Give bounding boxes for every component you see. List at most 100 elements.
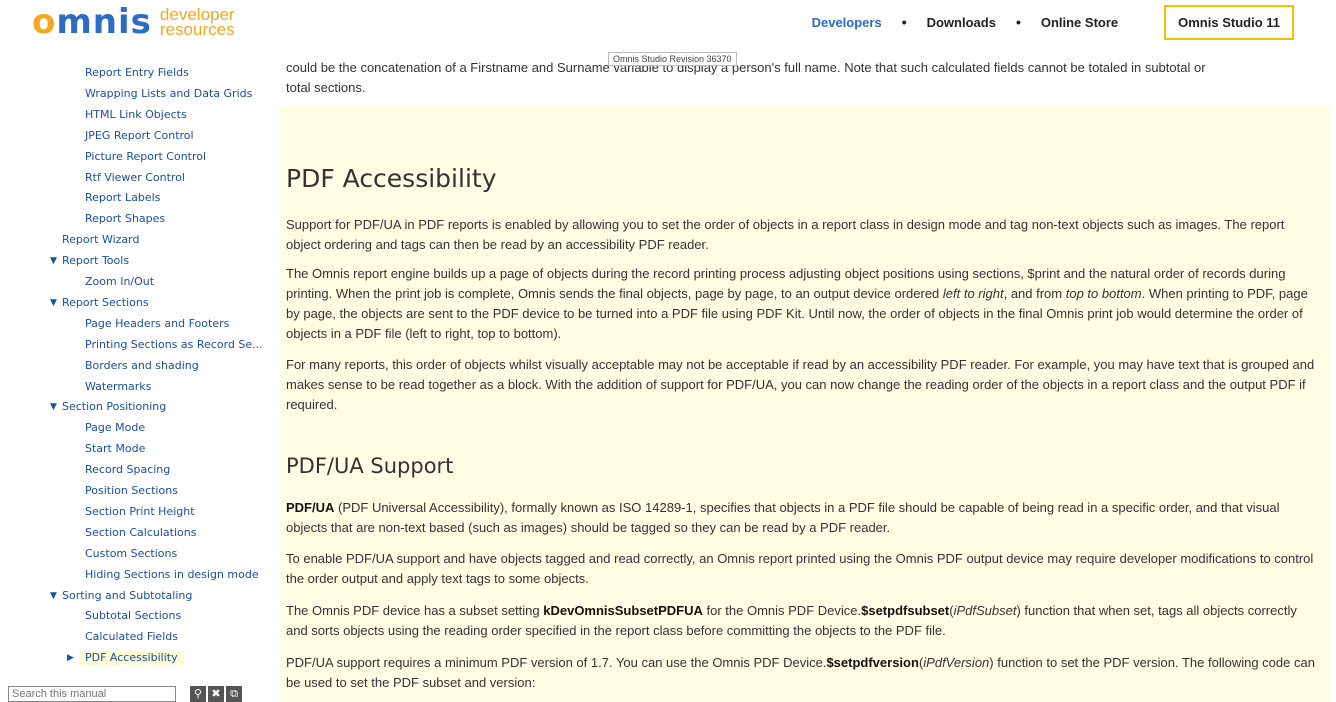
- sidebar-item[interactable]: Hiding Sections in design mode: [85, 568, 259, 582]
- sidebar-item-label: Section Print Height: [85, 504, 195, 518]
- sidebar-item-label: Start Mode: [85, 442, 146, 456]
- sidebar-item-label: Hiding Sections in design mode: [85, 567, 259, 581]
- p2-emphasis-1: left to right: [942, 286, 1004, 301]
- nav-online-store[interactable]: Online Store: [1041, 15, 1118, 30]
- logo-subtitle-line-2: resources: [159, 20, 235, 39]
- expanded-arrow-icon[interactable]: ▼: [50, 296, 57, 310]
- close-icon[interactable]: ✖: [208, 686, 224, 702]
- p6-bold-2: $setpdfsubset: [861, 603, 950, 618]
- top-nav: Developers • Downloads • Online Store Om…: [812, 4, 1294, 40]
- studio-version-button[interactable]: Omnis Studio 11: [1164, 4, 1294, 40]
- sidebar-item[interactable]: Section Calculations: [85, 526, 196, 540]
- sidebar-item-label: Report Entry Fields: [85, 66, 189, 79]
- paragraph-3: For many reports, this order of objects …: [286, 357, 1315, 412]
- nav-separator: •: [901, 14, 907, 30]
- omnis-logo[interactable]: omnis developer resources: [32, 2, 235, 42]
- heading-pdf-accessibility: PDF Accessibility: [286, 164, 497, 193]
- sidebar-item-label: PDF Accessibility: [85, 651, 178, 665]
- p7-emphasis: iPdfVersion: [923, 655, 990, 670]
- sidebar-item[interactable]: Rtf Viewer Control: [85, 171, 185, 185]
- sidebar-item[interactable]: Page Headers and Footers: [85, 317, 229, 331]
- sidebar-item[interactable]: Report Wizard: [62, 233, 139, 247]
- sidebar-item-label: Report Labels: [85, 191, 161, 205]
- sidebar-item[interactable]: Report Labels: [85, 191, 160, 205]
- collapsed-arrow-icon[interactable]: ▶: [67, 651, 74, 665]
- nav-downloads[interactable]: Downloads: [927, 15, 996, 30]
- sidebar-item-label: Printing Sections as Record Se...: [85, 337, 263, 351]
- revision-tooltip: Omnis Studio Revision 36370: [608, 52, 737, 66]
- expanded-arrow-icon[interactable]: ▼: [50, 254, 57, 268]
- sidebar-item-label: Section Calculations: [85, 525, 197, 539]
- p6-text-c: for the Omnis PDF Device.: [702, 603, 862, 618]
- sidebar-item[interactable]: ▶ PDF Accessibility: [67, 651, 184, 666]
- paragraph-7: PDF/UA support requires a minimum PDF ve…: [286, 653, 1322, 693]
- search-icon[interactable]: ⚲: [190, 686, 206, 702]
- copy-icon[interactable]: ⧉: [226, 686, 242, 702]
- sidebar-item-label: Sorting and Subtotaling: [62, 588, 193, 602]
- sidebar-item-label: Position Sections: [85, 484, 178, 497]
- sidebar-item[interactable]: Position Sections: [85, 484, 178, 498]
- intro-paragraph: could be the concatenation of a Firstnam…: [286, 58, 1322, 98]
- sidebar-item-label: Page Headers and Footers: [85, 316, 230, 330]
- expanded-arrow-icon[interactable]: ▼: [50, 589, 57, 603]
- sidebar-item[interactable]: Wrapping Lists and Data Grids: [85, 87, 252, 101]
- search-bar: ⚲ ✖ ⧉: [0, 686, 280, 702]
- sidebar-item[interactable]: HTML Link Objects: [85, 108, 187, 122]
- expanded-arrow-icon[interactable]: ▼: [50, 400, 57, 414]
- p7-bold: $setpdfversion: [826, 655, 919, 670]
- paragraph-4: PDF/UA (PDF Universal Accessibility), fo…: [286, 498, 1322, 538]
- paragraph-2: The Omnis report engine builds up a page…: [286, 264, 1322, 344]
- sidebar-item[interactable]: ▼ Report Sections: [50, 295, 149, 310]
- sidebar-item[interactable]: ▼ Report Tools: [50, 254, 129, 268]
- sidebar-item[interactable]: Page Mode: [85, 421, 145, 435]
- p2-emphasis-2: top to bottom: [1065, 286, 1142, 301]
- nav-separator: •: [1015, 14, 1021, 30]
- sidebar-item[interactable]: Report Shapes: [85, 212, 165, 226]
- page-scrollbar[interactable]: [1330, 50, 1336, 702]
- sidebar-item-label: Report Shapes: [85, 212, 166, 226]
- sidebar-item[interactable]: JPEG Report Control: [85, 129, 194, 143]
- sidebar-item[interactable]: Custom Sections: [85, 547, 177, 561]
- sidebar-item-label: Watermarks: [85, 379, 152, 393]
- sidebar-item[interactable]: Watermarks: [85, 380, 151, 394]
- sidebar-item-label: HTML Link Objects: [85, 107, 187, 121]
- sidebar-item-label: Report Sections: [62, 295, 149, 309]
- sidebar-item-label: Custom Sections: [85, 546, 178, 560]
- sidebar-item[interactable]: ▼ Section Positioning: [50, 400, 167, 414]
- p4-bold: PDF/UA: [286, 500, 335, 515]
- sidebar-item[interactable]: Start Mode: [85, 442, 145, 456]
- sidebar-item[interactable]: Picture Report Control: [85, 150, 206, 164]
- p2-text-b: , and from: [1003, 286, 1066, 301]
- manual-toc-sidebar: Report Entry Fields Wrapping Lists and Da…: [0, 58, 280, 702]
- sidebar-item-label: Record Spacing: [85, 463, 171, 477]
- sidebar-item-label: JPEG Report Control: [85, 128, 194, 142]
- sidebar-item-label: Section Positioning: [62, 400, 167, 414]
- sidebar-item[interactable]: Printing Sections as Record Se...: [85, 338, 270, 352]
- paragraph-5: To enable PDF/UA support and have object…: [286, 551, 1314, 586]
- sidebar-item[interactable]: Report Entry Fields: [85, 66, 189, 80]
- paragraph-1: Support for PDF/UA in PDF reports is ena…: [286, 217, 1285, 252]
- main-content: could be the concatenation of a Firstnam…: [280, 50, 1330, 702]
- p6-bold-1: kDevOmnisSubsetPDFUA: [543, 603, 703, 618]
- sidebar-item-label: Zoom In/Out: [85, 275, 155, 288]
- p7-text-a: PDF/UA support requires a minimum PDF ve…: [286, 655, 827, 670]
- sidebar-item[interactable]: Section Print Height: [85, 505, 195, 519]
- sidebar-item-label: Page Mode: [85, 421, 146, 435]
- sidebar-item[interactable]: Borders and shading: [85, 359, 199, 373]
- p4-text: (PDF Universal Accessibility), formally …: [286, 500, 1280, 535]
- sidebar-item[interactable]: Record Spacing: [85, 463, 170, 477]
- sidebar-item-label: Wrapping Lists and Data Grids: [85, 86, 253, 100]
- nav-developers[interactable]: Developers: [812, 15, 882, 30]
- paragraph-6: The Omnis PDF device has a subset settin…: [286, 601, 1322, 641]
- sidebar-item[interactable]: Subtotal Sections: [85, 609, 181, 623]
- intro-line-1: could be the concatenation of a Firstnam…: [286, 60, 1206, 75]
- logo-subtitle: developer resources: [159, 6, 235, 39]
- search-input[interactable]: [8, 686, 176, 702]
- sidebar-item-label: Rtf Viewer Control: [85, 170, 185, 184]
- p6-text-a: The Omnis PDF device has a subset settin…: [286, 603, 544, 618]
- sidebar-item[interactable]: Calculated Fields: [85, 630, 178, 644]
- logo-wordmark: omnis: [32, 2, 152, 42]
- sidebar-item[interactable]: ▼ Sorting and Subtotaling: [50, 588, 193, 603]
- heading-pdfua-support: PDF/UA Support: [286, 454, 454, 478]
- sidebar-item[interactable]: Zoom In/Out: [85, 275, 154, 289]
